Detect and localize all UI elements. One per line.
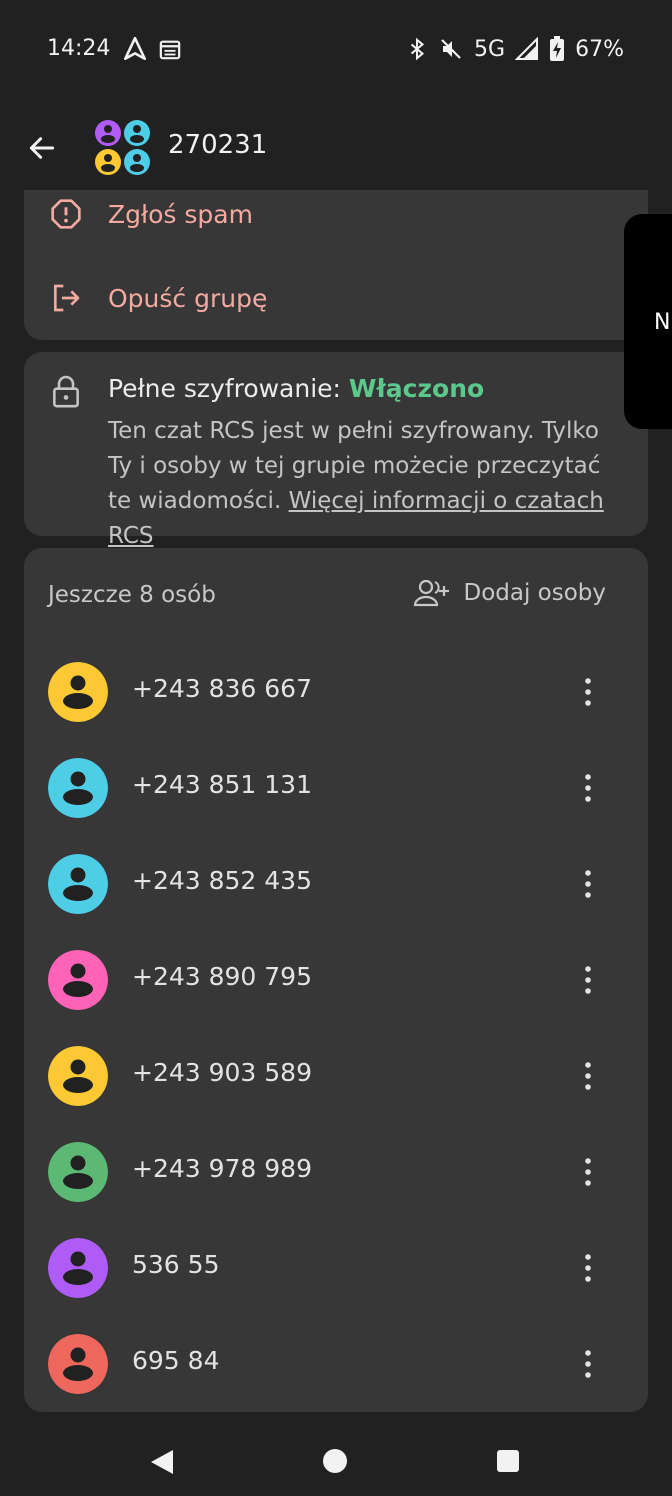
encryption-card: Pełne szyfrowanie: Włączono Ten czat RCS… <box>24 352 648 549</box>
arrow-left-icon[interactable] <box>26 132 58 164</box>
person-avatar-icon <box>48 662 108 722</box>
leave-group-label: Opuść grupę <box>108 283 268 313</box>
group-avatar <box>95 120 150 175</box>
member-row[interactable]: +243 852 435 <box>24 836 648 932</box>
recents-square-icon[interactable] <box>496 1449 520 1473</box>
status-time: 14:24 <box>47 36 111 61</box>
conversation-title: 270231 <box>168 130 268 160</box>
lock-icon <box>53 375 79 408</box>
more-vert-icon[interactable] <box>576 1346 600 1382</box>
member-number: +243 852 435 <box>132 866 312 895</box>
add-people-label: Dodaj osoby <box>463 580 606 606</box>
more-vert-icon[interactable] <box>576 866 600 902</box>
network-type: 5G <box>474 36 506 62</box>
member-number: +243 903 589 <box>132 1058 312 1087</box>
signal-icon <box>515 37 539 60</box>
back-triangle-icon[interactable] <box>149 1448 175 1476</box>
battery-charging-icon <box>550 36 565 61</box>
member-row[interactable]: +243 903 589 <box>24 1028 648 1124</box>
home-circle-icon[interactable] <box>322 1448 348 1474</box>
vibrate-off-icon <box>441 39 461 59</box>
side-panel-label: N <box>654 310 671 335</box>
member-number: 536 55 <box>132 1250 220 1279</box>
navigation-bar <box>0 1420 672 1496</box>
person-avatar-icon <box>48 1046 108 1106</box>
status-bar: 14:24 5G 67% <box>0 0 672 100</box>
more-vert-icon[interactable] <box>576 770 600 806</box>
person-avatar-icon <box>48 758 108 818</box>
more-vert-icon[interactable] <box>576 962 600 998</box>
more-vert-icon[interactable] <box>576 1250 600 1286</box>
encryption-status: Włączono <box>348 374 485 403</box>
report-spam-label: Zgłoś spam <box>108 199 253 229</box>
more-vert-icon[interactable] <box>576 674 600 710</box>
encryption-label: Pełne szyfrowanie: <box>108 374 349 403</box>
bluetooth-icon <box>410 37 425 61</box>
member-row[interactable]: +243 836 667 <box>24 644 648 740</box>
member-number: +243 851 131 <box>132 770 312 799</box>
add-people-button[interactable]: Dodaj osoby <box>413 578 606 608</box>
side-panel[interactable]: N <box>624 214 672 429</box>
person-avatar-icon <box>48 854 108 914</box>
member-row[interactable]: 536 55 <box>24 1220 648 1316</box>
member-row[interactable]: 695 84 <box>24 1316 648 1412</box>
navigation-arrow-icon <box>123 36 147 61</box>
person-avatar-icon <box>48 950 108 1010</box>
member-number: 695 84 <box>132 1346 220 1375</box>
member-number: +243 890 795 <box>132 962 312 991</box>
members-count: Jeszcze 8 osób <box>48 582 216 608</box>
battery-level: 67% <box>575 36 624 62</box>
person-avatar-icon <box>48 1142 108 1202</box>
report-spam-item[interactable]: Zgłoś spam <box>24 184 648 244</box>
actions-card: Zgłoś spam Opuść grupę <box>24 190 648 340</box>
members-card: Jeszcze 8 osób Dodaj osoby +243 836 667 +… <box>24 548 648 1412</box>
exit-icon <box>54 284 80 312</box>
member-number: +243 836 667 <box>132 674 312 703</box>
status-right-group: 5G 67% <box>406 36 624 62</box>
person-avatar-icon <box>48 1334 108 1394</box>
add-person-icon <box>414 579 450 607</box>
more-vert-icon[interactable] <box>576 1058 600 1094</box>
member-row[interactable]: +243 851 131 <box>24 740 648 836</box>
encryption-description: Ten czat RCS jest w pełni szyfrowany. Ty… <box>108 414 628 554</box>
member-row[interactable]: +243 978 989 <box>24 1124 648 1220</box>
member-row[interactable]: +243 890 795 <box>24 932 648 1028</box>
leave-group-item[interactable]: Opuść grupę <box>24 268 648 328</box>
more-vert-icon[interactable] <box>576 1154 600 1190</box>
report-icon <box>51 199 81 229</box>
encryption-title: Pełne szyfrowanie: Włączono <box>108 374 484 403</box>
member-number: +243 978 989 <box>132 1154 312 1183</box>
calendar-icon <box>159 40 181 60</box>
person-avatar-icon <box>48 1238 108 1298</box>
